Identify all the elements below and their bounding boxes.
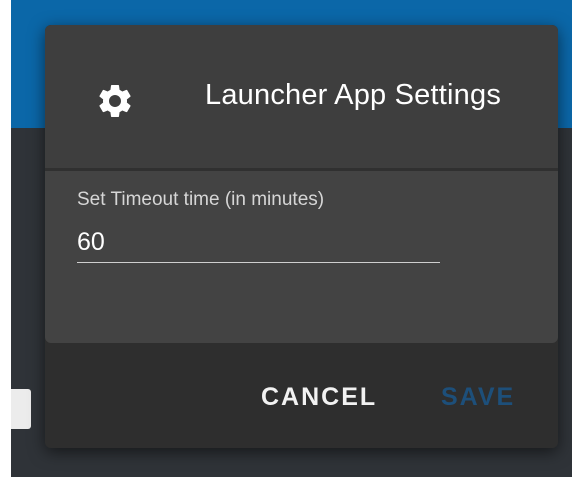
- settings-dialog: Launcher App Settings Set Timeout time (…: [45, 25, 558, 448]
- dialog-title: Launcher App Settings: [205, 79, 502, 111]
- timeout-input[interactable]: [77, 223, 440, 263]
- dialog-actions: CANCEL SAVE: [45, 343, 558, 448]
- background-partial-button: [11, 389, 31, 429]
- timeout-field-label: Set Timeout time (in minutes): [77, 189, 325, 210]
- save-button[interactable]: SAVE: [441, 383, 515, 412]
- cancel-button[interactable]: CANCEL: [261, 383, 377, 412]
- gear-icon: [95, 81, 135, 121]
- dialog-content: Set Timeout time (in minutes): [45, 171, 558, 343]
- dialog-header: Launcher App Settings: [45, 25, 558, 168]
- screen: Launcher App Settings Set Timeout time (…: [0, 0, 572, 477]
